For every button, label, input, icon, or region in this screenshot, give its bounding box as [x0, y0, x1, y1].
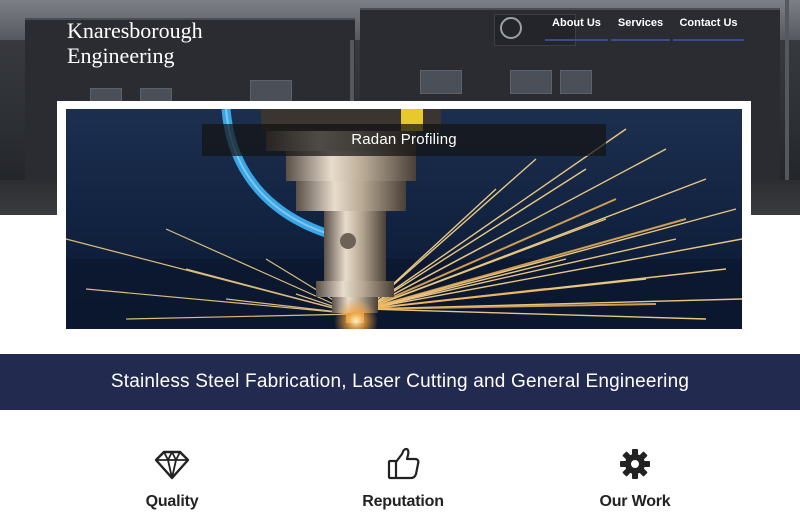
nav-item-about-us[interactable]: About Us	[545, 0, 608, 41]
nav-item-services[interactable]: Services	[611, 0, 670, 41]
logo-line-1: Knaresborough	[67, 18, 203, 43]
nav-item-contact-us[interactable]: Contact Us	[673, 0, 744, 41]
main-nav: About Us Services Contact Us	[545, 0, 744, 41]
tagline-text: Stainless Steel Fabrication, Laser Cutti…	[110, 371, 690, 392]
slider-image[interactable]: Radan Profiling	[66, 109, 742, 329]
gear-icon	[620, 449, 650, 479]
thumbs-up-icon	[387, 447, 420, 480]
feature-quality: Quality	[102, 446, 242, 511]
slide-caption: Radan Profiling	[202, 124, 606, 156]
feature-title-our-work: Our Work	[599, 493, 671, 510]
diamond-icon	[154, 450, 190, 480]
feature-reputation: Reputation	[333, 446, 473, 511]
logo-line-2: Engineering	[67, 43, 175, 68]
tagline-banner: Stainless Steel Fabrication, Laser Cutti…	[0, 354, 800, 410]
feature-title-quality: Quality	[145, 493, 199, 510]
feature-our-work: Our Work	[565, 446, 705, 511]
feature-title-reputation: Reputation	[362, 493, 444, 510]
site-logo[interactable]: Knaresborough Engineering	[67, 18, 203, 68]
